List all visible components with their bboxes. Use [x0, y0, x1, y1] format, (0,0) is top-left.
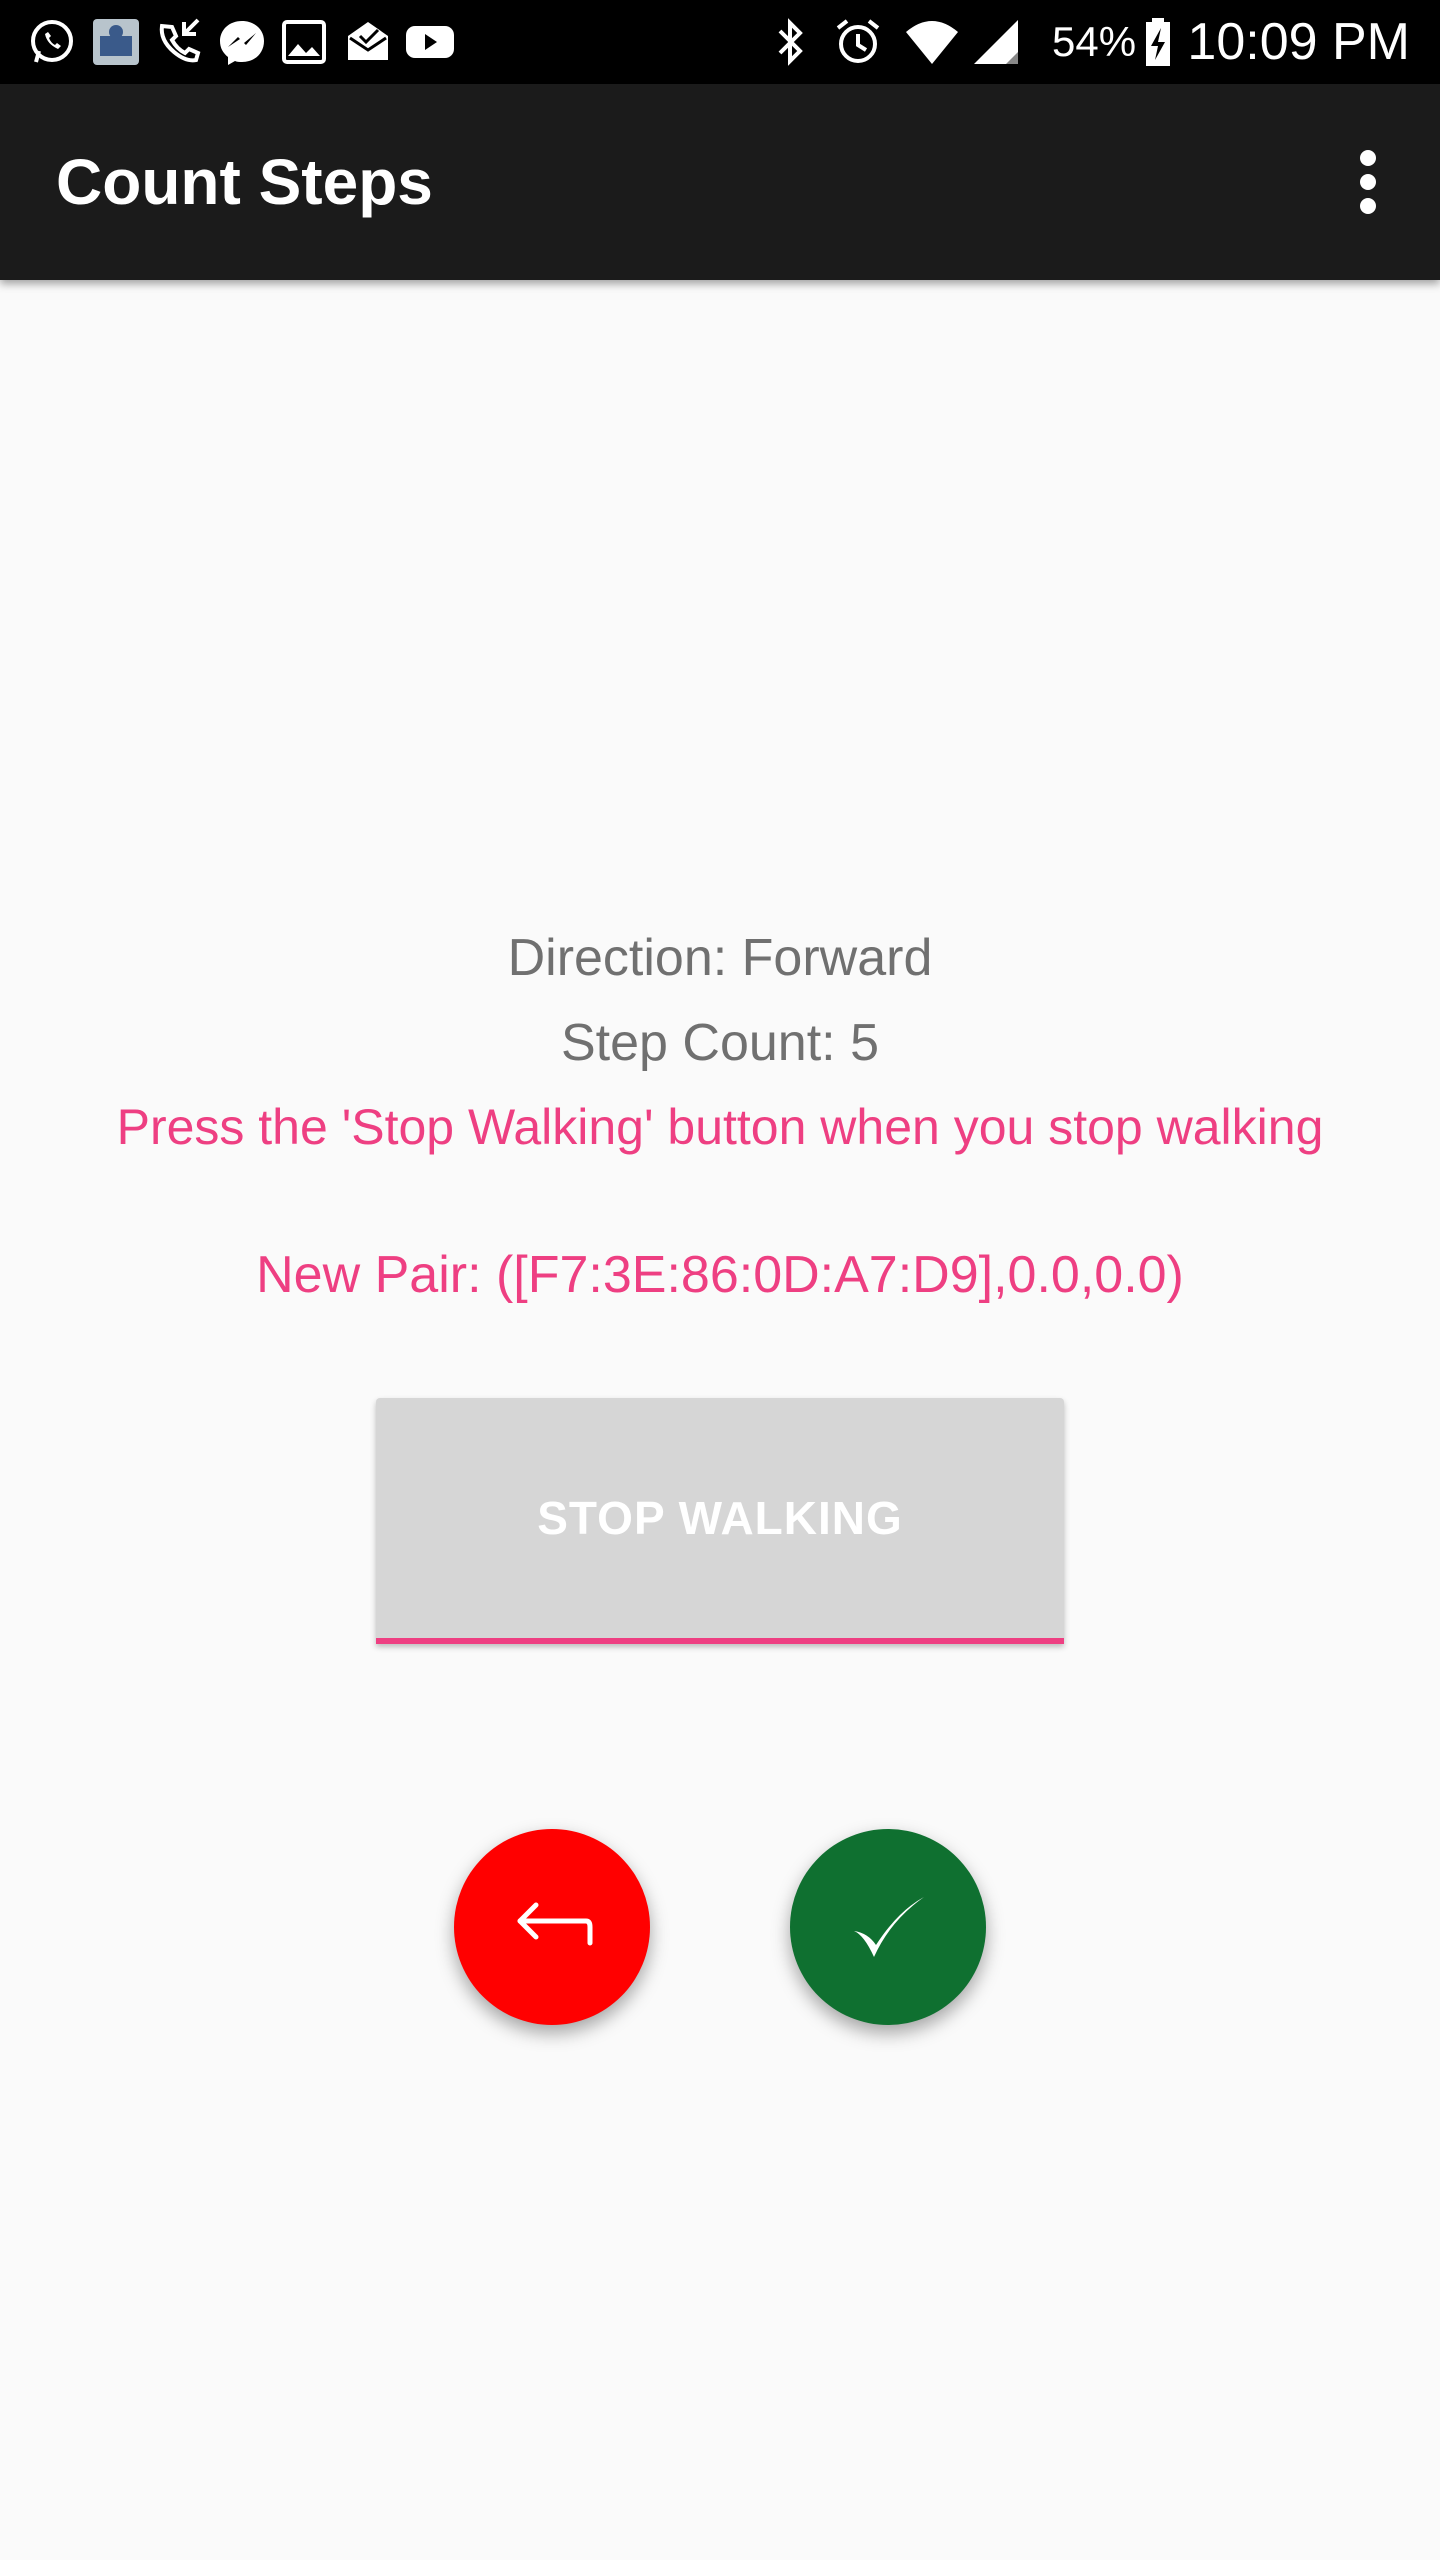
missed-call-icon [150, 14, 206, 70]
direction-text: Direction: Forward [507, 929, 933, 987]
email-icon [340, 14, 396, 70]
gallery-icon [276, 14, 332, 70]
status-bar: 54% 10:09 PM [0, 0, 1440, 84]
wifi-icon [904, 14, 960, 70]
app-notification-icon [88, 14, 144, 70]
youtube-icon [402, 14, 458, 70]
battery-charging-icon [1134, 14, 1190, 70]
app-bar: Count Steps [0, 84, 1440, 280]
battery-percent: 54% [1052, 18, 1137, 65]
new-pair-text: New Pair: ([F7:3E:86:0D:A7:D9],0.0,0.0) [256, 1246, 1184, 1304]
check-icon [854, 1897, 924, 1957]
messenger-icon [214, 14, 270, 70]
app-title: Count Steps [56, 146, 433, 218]
more-vert-icon[interactable] [1320, 134, 1416, 230]
status-clock: 10:09 PM [1187, 13, 1410, 71]
alarm-icon [830, 14, 886, 70]
instruction-text: Press the 'Stop Walking' button when you… [116, 1099, 1324, 1155]
confirm-button[interactable] [790, 1829, 986, 2025]
signal-icon [968, 14, 1024, 70]
stop-walking-button[interactable]: STOP WALKING [376, 1398, 1064, 1644]
undo-button[interactable] [454, 1829, 650, 2025]
bluetooth-icon [762, 14, 818, 70]
undo-icon [517, 1902, 593, 1946]
whatsapp-icon [24, 14, 80, 70]
step-count-text: Step Count: 5 [561, 1014, 879, 1072]
